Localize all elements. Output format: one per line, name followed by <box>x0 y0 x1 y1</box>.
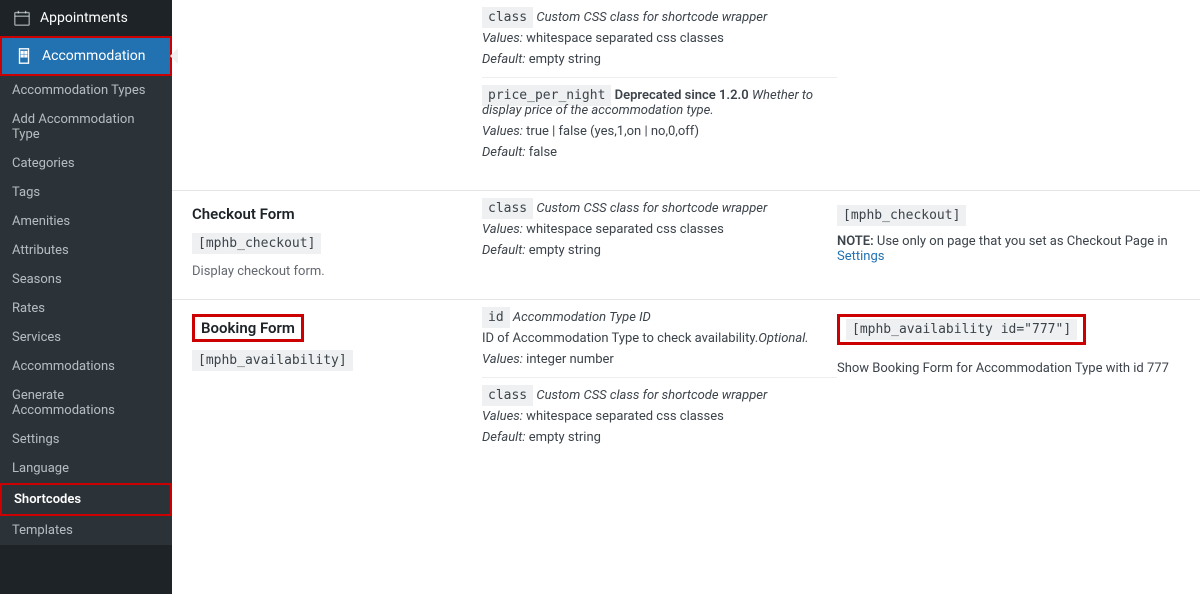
shortcode-row-fragment-top: class Custom CSS class for shortcode wra… <box>172 0 1200 191</box>
menu-label: Appointments <box>40 10 128 26</box>
param-block-class: class Custom CSS class for shortcode wra… <box>482 0 837 78</box>
submenu-accommodation-types[interactable]: Accommodation Types <box>0 76 172 105</box>
settings-link[interactable]: Settings <box>837 249 884 264</box>
menu-label: Accommodation <box>42 48 146 64</box>
param-desc: Accommodation Type ID <box>513 310 651 325</box>
values-text: whitespace separated css classes <box>526 222 724 237</box>
default-label: Default: <box>482 430 525 445</box>
menu-appointments[interactable]: Appointments <box>0 0 172 36</box>
submenu-language[interactable]: Language <box>0 454 172 483</box>
values-text: whitespace separated css classes <box>526 409 724 424</box>
menu-accommodation[interactable]: Accommodation <box>0 36 172 76</box>
submenu: Accommodation Types Add Accommodation Ty… <box>0 76 172 545</box>
section-description: Display checkout form. <box>192 264 462 279</box>
submenu-services[interactable]: Services <box>0 323 172 352</box>
building-icon <box>14 46 34 66</box>
submenu-add-accommodation-type[interactable]: Add Accommodation Type <box>0 105 172 149</box>
calendar-icon <box>12 8 32 28</box>
default-text: empty string <box>529 243 601 258</box>
param-name: class <box>482 385 533 406</box>
shortcode-tag: [mphb_availability] <box>192 350 353 371</box>
values-label: Values: <box>482 409 523 424</box>
values-text: whitespace separated css classes <box>526 31 724 46</box>
param-desc: Custom CSS class for shortcode wrapper <box>536 10 767 25</box>
deprecated-label: Deprecated since 1.2.0 <box>615 88 749 103</box>
submenu-tags[interactable]: Tags <box>0 178 172 207</box>
param-desc: Custom CSS class for shortcode wrapper <box>536 201 767 216</box>
default-text: false <box>529 145 557 160</box>
submenu-rates[interactable]: Rates <box>0 294 172 323</box>
submenu-generate-accommodations[interactable]: Generate Accommodations <box>0 381 172 425</box>
param-name: class <box>482 7 533 28</box>
param-name: class <box>482 198 533 219</box>
param-block-class: class Custom CSS class for shortcode wra… <box>482 191 837 268</box>
default-text: empty string <box>529 430 601 445</box>
submenu-categories[interactable]: Categories <box>0 149 172 178</box>
shortcode-example: [mphb_checkout] <box>837 205 966 226</box>
values-label: Values: <box>482 222 523 237</box>
shortcode-row-checkout: Checkout Form [mphb_checkout] Display ch… <box>172 191 1200 300</box>
values-text: true | false (yes,1,on | no,0,off) <box>526 124 699 139</box>
highlight-booking-example: [mphb_availability id="777"] <box>837 314 1086 345</box>
submenu-accommodations[interactable]: Accommodations <box>0 352 172 381</box>
shortcode-tag: [mphb_checkout] <box>192 233 321 254</box>
param-block-id: id Accommodation Type ID ID of Accommoda… <box>482 300 837 378</box>
default-text: empty string <box>529 52 601 67</box>
shortcode-row-booking: Booking Form [mphb_availability] id Acco… <box>172 300 1200 465</box>
note-prefix: NOTE: <box>837 234 874 249</box>
submenu-seasons[interactable]: Seasons <box>0 265 172 294</box>
content-area: class Custom CSS class for shortcode wra… <box>172 0 1200 594</box>
submenu-templates[interactable]: Templates <box>0 516 172 545</box>
param-block-class: class Custom CSS class for shortcode wra… <box>482 378 837 455</box>
default-label: Default: <box>482 243 525 258</box>
default-label: Default: <box>482 145 525 160</box>
param-block-price-per-night: price_per_night Deprecated since 1.2.0 W… <box>482 78 837 170</box>
param-desc: Custom CSS class for shortcode wrapper <box>536 388 767 403</box>
checkout-note: NOTE: Use only on page that you set as C… <box>837 234 1188 264</box>
section-title-booking: Booking Form <box>201 319 295 337</box>
submenu-shortcodes[interactable]: Shortcodes <box>0 483 172 516</box>
values-label: Values: <box>482 124 523 139</box>
shortcode-example: [mphb_availability id="777"] <box>846 319 1077 340</box>
example-description: Show Booking Form for Accommodation Type… <box>837 361 1188 376</box>
values-text: integer number <box>526 352 614 367</box>
admin-sidebar: Appointments Accommodation Accommodation… <box>0 0 172 594</box>
note-text: Use only on page that you set as Checkou… <box>874 234 1168 249</box>
submenu-settings[interactable]: Settings <box>0 425 172 454</box>
param-name: id <box>482 307 510 328</box>
default-label: Default: <box>482 52 525 67</box>
values-label: Values: <box>482 31 523 46</box>
values-label: Values: <box>482 352 523 367</box>
section-title-checkout: Checkout Form <box>192 205 462 223</box>
param-full-desc: ID of Accommodation Type to check availa… <box>482 331 837 346</box>
submenu-attributes[interactable]: Attributes <box>0 236 172 265</box>
highlight-booking-title: Booking Form <box>192 314 304 342</box>
submenu-amenities[interactable]: Amenities <box>0 207 172 236</box>
